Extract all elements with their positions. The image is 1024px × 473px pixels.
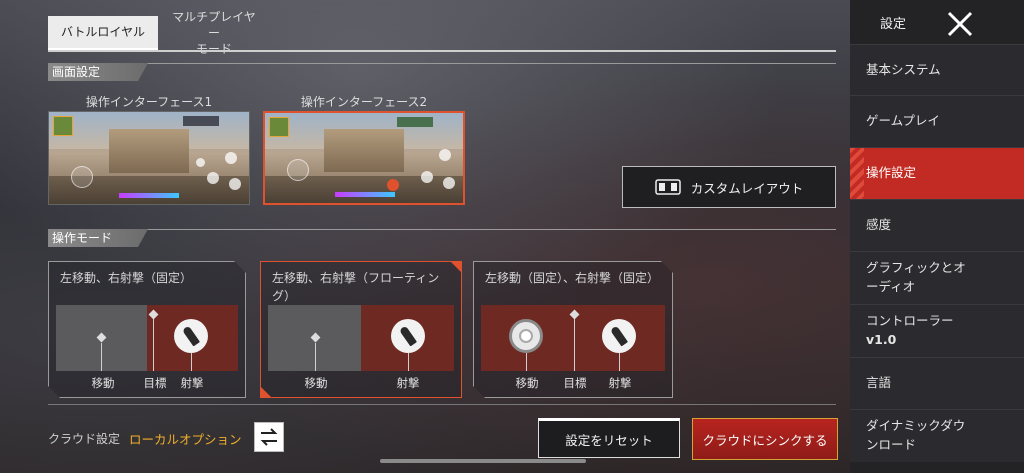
cloud-settings-value: ローカルオプション: [129, 432, 242, 447]
label-fire: 射撃: [180, 376, 204, 390]
sidebar-item-label: コントローラー: [866, 313, 954, 329]
interface-1-title: 操作インターフェース1: [85, 95, 213, 109]
sidebar-item-label: グラフィックとオ ーディオ: [866, 260, 966, 294]
interface-option-2[interactable]: 操作インターフェース2: [263, 93, 465, 205]
mode-2-title: 左移動、右射撃（フローティング）: [272, 271, 440, 303]
section-rule: [48, 229, 836, 230]
interface-2-thumbnail[interactable]: [263, 111, 465, 205]
move-point-icon: [96, 332, 107, 343]
minimap-icon: [53, 116, 73, 136]
mode-option-3[interactable]: 左移動（固定）、右射撃（固定） 移動 目標 射撃: [473, 261, 673, 398]
fire-button-icon: [391, 319, 425, 353]
sidebar-item-controller[interactable]: コントローラー v1.0: [850, 304, 1024, 357]
mode-1-title: 左移動、右射撃（固定）: [60, 271, 193, 285]
fire-button-icon: [602, 319, 636, 353]
interface-1-thumbnail[interactable]: [48, 111, 250, 205]
swap-arrows-icon: [260, 428, 278, 446]
label-move: 移動: [304, 376, 328, 390]
label-aim: 目標: [563, 376, 587, 390]
label-fire: 射撃: [396, 376, 420, 390]
scroll-indicator: [380, 459, 586, 463]
aim-point-icon: [148, 309, 159, 320]
custom-layout-label: カスタムレイアウト: [690, 180, 804, 196]
mode-tabs: バトルロイヤル マルチプレイヤー モード: [48, 10, 270, 56]
label-move: 移動: [91, 376, 115, 390]
sidebar-item-label: ダイナミックダウ ンロード: [866, 418, 966, 452]
controller-layout-icon: [654, 179, 681, 195]
mode-2-diagram: [268, 305, 454, 371]
mode-3-title: 左移動（固定）、右射撃（固定）: [485, 271, 660, 285]
sidebar-item-gameplay[interactable]: ゲームプレイ: [850, 95, 1024, 147]
fixed-joystick-icon: [509, 319, 543, 353]
tab-multiplayer[interactable]: マルチプレイヤー モード: [158, 10, 270, 56]
controller-version: v1.0: [866, 332, 897, 347]
section-rule: [48, 63, 836, 64]
sidebar-item-language[interactable]: 言語: [850, 357, 1024, 409]
joystick-icon: [71, 166, 93, 188]
reset-settings-button[interactable]: 設定をリセット: [538, 418, 680, 458]
sidebar-item-controls[interactable]: 操作設定: [850, 147, 1024, 199]
sidebar-item-label: 操作設定: [866, 165, 917, 181]
sidebar-item-basic-system[interactable]: 基本システム: [850, 44, 1024, 95]
move-point-icon: [310, 332, 321, 343]
mode-1-labels: 移動 目標 射撃: [56, 375, 238, 391]
mode-option-2[interactable]: 左移動、右射撃（フローティング） 移動 射撃: [260, 261, 462, 398]
settings-main-panel: バトルロイヤル マルチプレイヤー モード 画面設定 操作インターフェース1 操作…: [0, 0, 850, 473]
bottom-divider: [48, 404, 836, 405]
mode-3-labels: 移動 目標 射撃: [481, 375, 665, 391]
swap-cloud-button[interactable]: [254, 422, 284, 452]
sidebar-item-label: 感度: [866, 217, 892, 233]
cloud-sync-button[interactable]: クラウドにシンクする: [692, 418, 838, 460]
tab-underline: [48, 50, 836, 52]
aim-point-icon: [569, 309, 580, 320]
mode-1-diagram: [56, 305, 238, 371]
mode-option-1[interactable]: 左移動、右射撃（固定） 移動 目標 射撃: [48, 261, 246, 398]
label-fire: 射撃: [608, 376, 632, 390]
section-display-header: 画面設定: [48, 63, 836, 81]
sidebar-item-dynamic-download[interactable]: ダイナミックダウ ンロード: [850, 409, 1024, 462]
close-icon[interactable]: [946, 10, 974, 38]
section-display-label: 画面設定: [48, 63, 148, 81]
sidebar-item-label: 基本システム: [866, 61, 941, 77]
minimap-icon: [269, 117, 289, 137]
label-move: 移動: [515, 376, 539, 390]
joystick-icon: [287, 159, 309, 181]
sidebar-item-label: 言語: [866, 375, 892, 391]
sidebar-title: 設定: [880, 16, 907, 32]
sidebar-item-sensitivity[interactable]: 感度: [850, 199, 1024, 251]
label-aim: 目標: [143, 376, 167, 390]
settings-sidebar: 設定 基本システム ゲームプレイ 操作設定 感度 グラフィックとオ ーディオ コ…: [850, 0, 1024, 473]
mode-2-labels: 移動 射撃: [268, 375, 454, 391]
interface-option-1[interactable]: 操作インターフェース1: [48, 93, 250, 205]
mode-3-diagram: [481, 305, 665, 371]
custom-layout-button[interactable]: カスタムレイアウト: [622, 166, 836, 208]
interface-2-title: 操作インターフェース2: [300, 95, 428, 109]
fire-button-icon: [174, 319, 208, 353]
sidebar-header: 設定: [850, 0, 1024, 44]
tab-battle-royale[interactable]: バトルロイヤル: [48, 16, 158, 50]
cloud-settings-label: クラウド設定: [48, 432, 121, 446]
sidebar-item-label: ゲームプレイ: [866, 113, 940, 129]
section-mode-header: 操作モード: [48, 229, 836, 247]
sidebar-item-graphics-audio[interactable]: グラフィックとオ ーディオ: [850, 251, 1024, 304]
section-mode-label: 操作モード: [48, 229, 148, 247]
